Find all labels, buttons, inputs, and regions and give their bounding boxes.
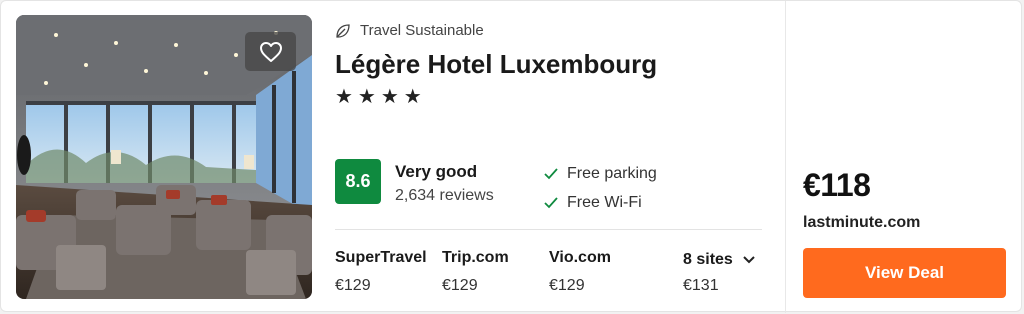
hotel-name[interactable]: Légère Hotel Luxembourg <box>335 49 657 80</box>
site-price-trip[interactable]: €129 <box>442 277 478 295</box>
site-price-vio[interactable]: €129 <box>549 277 585 295</box>
site-name-supertravel[interactable]: SuperTravel <box>335 249 427 267</box>
rating-text: Very good <box>395 162 478 181</box>
favorite-button[interactable] <box>245 32 296 71</box>
chevron-down-icon <box>743 256 755 264</box>
site-name-vio[interactable]: Vio.com <box>549 249 611 267</box>
review-count[interactable]: 2,634 reviews <box>395 187 494 205</box>
more-sites-label: 8 sites <box>683 251 733 268</box>
site-price-supertravel[interactable]: €129 <box>335 277 371 295</box>
view-deal-button[interactable]: View Deal <box>803 248 1006 298</box>
deal-price: €118 <box>803 167 871 203</box>
column-divider <box>785 1 786 313</box>
leaf-icon <box>336 23 350 38</box>
more-sites-dropdown[interactable]: 8 sites <box>683 251 755 269</box>
divider <box>335 229 762 230</box>
hotel-card[interactable]: Travel Sustainable Légère Hotel Luxembou… <box>0 0 1022 313</box>
amenity-item: Free parking <box>544 165 657 183</box>
sustainability-badge[interactable]: Travel Sustainable <box>335 22 484 39</box>
site-price-more[interactable]: €131 <box>683 277 719 295</box>
check-icon <box>544 168 558 180</box>
site-name-trip[interactable]: Trip.com <box>442 249 509 267</box>
review-score-badge: 8.6 <box>335 159 381 204</box>
amenity-label: Free Wi-Fi <box>567 194 642 211</box>
amenity-label: Free parking <box>567 165 657 182</box>
sustainability-label: Travel Sustainable <box>360 22 484 39</box>
deal-provider: lastminute.com <box>803 214 921 231</box>
amenity-item: Free Wi-Fi <box>544 194 642 212</box>
star-rating: ★★★★ <box>335 86 427 108</box>
heart-icon <box>259 41 282 62</box>
check-icon <box>544 197 558 209</box>
